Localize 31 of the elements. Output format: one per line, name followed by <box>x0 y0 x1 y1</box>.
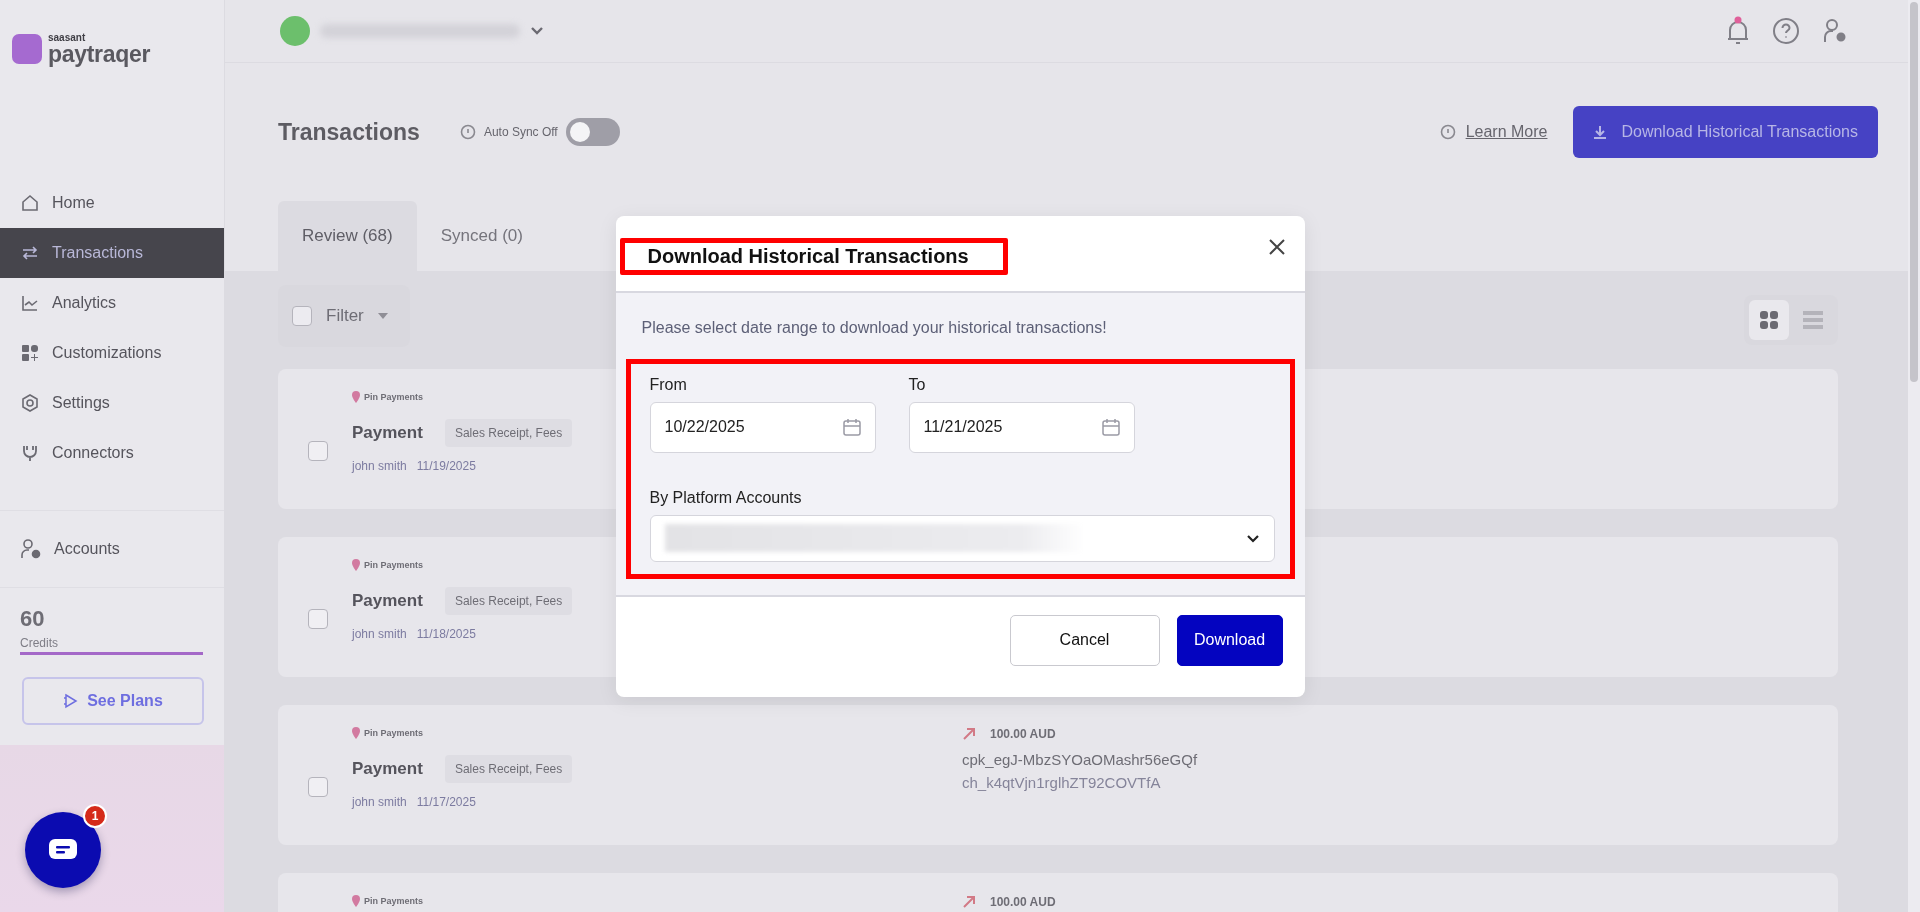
customer-name: john smith <box>352 627 407 641</box>
field-label: From <box>649 375 688 394</box>
reference-id: cpk_egJ-MbzSYOaOMashr56eGQf <box>962 751 1198 768</box>
platform-name: Pin Payments <box>364 392 424 402</box>
tag: Sales Receipt, Fees <box>444 755 573 783</box>
brand-name: saasant <box>48 32 87 43</box>
transaction-type: Payment <box>352 423 423 443</box>
transaction-date: 11/18/2025 <box>416 627 476 641</box>
tag: Sales Receipt, Fees <box>444 587 573 615</box>
platform-name: Pin Payments <box>364 560 424 570</box>
field-label: To <box>908 375 927 394</box>
transaction-date: 11/19/2025 <box>416 459 476 473</box>
transaction-date: 11/17/2025 <box>416 795 476 809</box>
tag: Sales Receipt, Fees <box>444 419 573 447</box>
field-label: By Platform Accounts <box>649 488 803 507</box>
credits-label: Credits <box>20 636 59 650</box>
product-name: paytraqer <box>48 42 151 66</box>
dialog-description: Please select date range to download your historical transactions! <box>641 318 1108 337</box>
amount: 100.00 AUD <box>990 727 1056 741</box>
platform-name: Pin Payments <box>364 896 424 906</box>
credits-count: 60 <box>20 606 46 632</box>
amount: 100.00 AUD <box>990 895 1056 909</box>
platform-name: Pin Payments <box>364 728 424 738</box>
auto-sync-label: Auto Sync Off <box>483 125 558 139</box>
customer-name: john smith <box>352 459 407 473</box>
customer-name: john smith <box>352 795 407 809</box>
transaction-type: Payment <box>352 759 423 779</box>
page-title: Transactions <box>278 118 420 146</box>
dialog-title: Download Historical Transactions <box>647 244 969 268</box>
charge-id: ch_k4qtVjn1rglhZT92COVTfA <box>962 774 1162 791</box>
transaction-type: Payment <box>352 591 423 611</box>
